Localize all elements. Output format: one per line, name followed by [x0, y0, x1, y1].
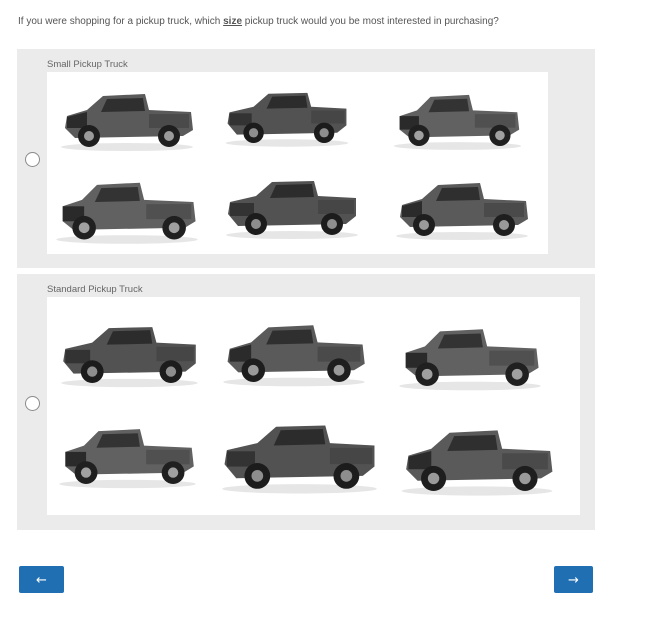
truck-image [57, 84, 197, 154]
option-label-small: Small Pickup Truck [47, 59, 128, 70]
small-trucks-image[interactable] [47, 72, 548, 254]
truck-image [217, 415, 382, 497]
truck-image [390, 84, 525, 154]
standard-trucks-image[interactable] [47, 297, 580, 515]
truck-image [52, 172, 202, 247]
question-text: If you were shopping for a pickup truck,… [18, 16, 499, 27]
truck-image [392, 172, 532, 244]
question-prefix: If you were shopping for a pickup truck,… [18, 16, 224, 27]
radio-small-pickup[interactable] [25, 152, 40, 167]
truck-image [55, 415, 200, 495]
question-suffix: pickup truck would you be most intereste… [242, 16, 499, 27]
option-small-pickup[interactable]: Small Pickup Truck [17, 49, 595, 268]
truck-image [395, 317, 545, 395]
truck-image [219, 312, 369, 392]
next-button[interactable]: → [554, 566, 593, 593]
truck-image [57, 315, 202, 393]
radio-standard-pickup[interactable] [25, 396, 40, 411]
option-standard-pickup[interactable]: Standard Pickup Truck [17, 274, 595, 530]
option-label-standard: Standard Pickup Truck [47, 284, 143, 295]
truck-image [222, 172, 362, 242]
back-button[interactable]: ← [19, 566, 64, 593]
question-keyword: size [223, 16, 243, 27]
truck-image [392, 419, 562, 499]
truck-image [222, 82, 352, 152]
